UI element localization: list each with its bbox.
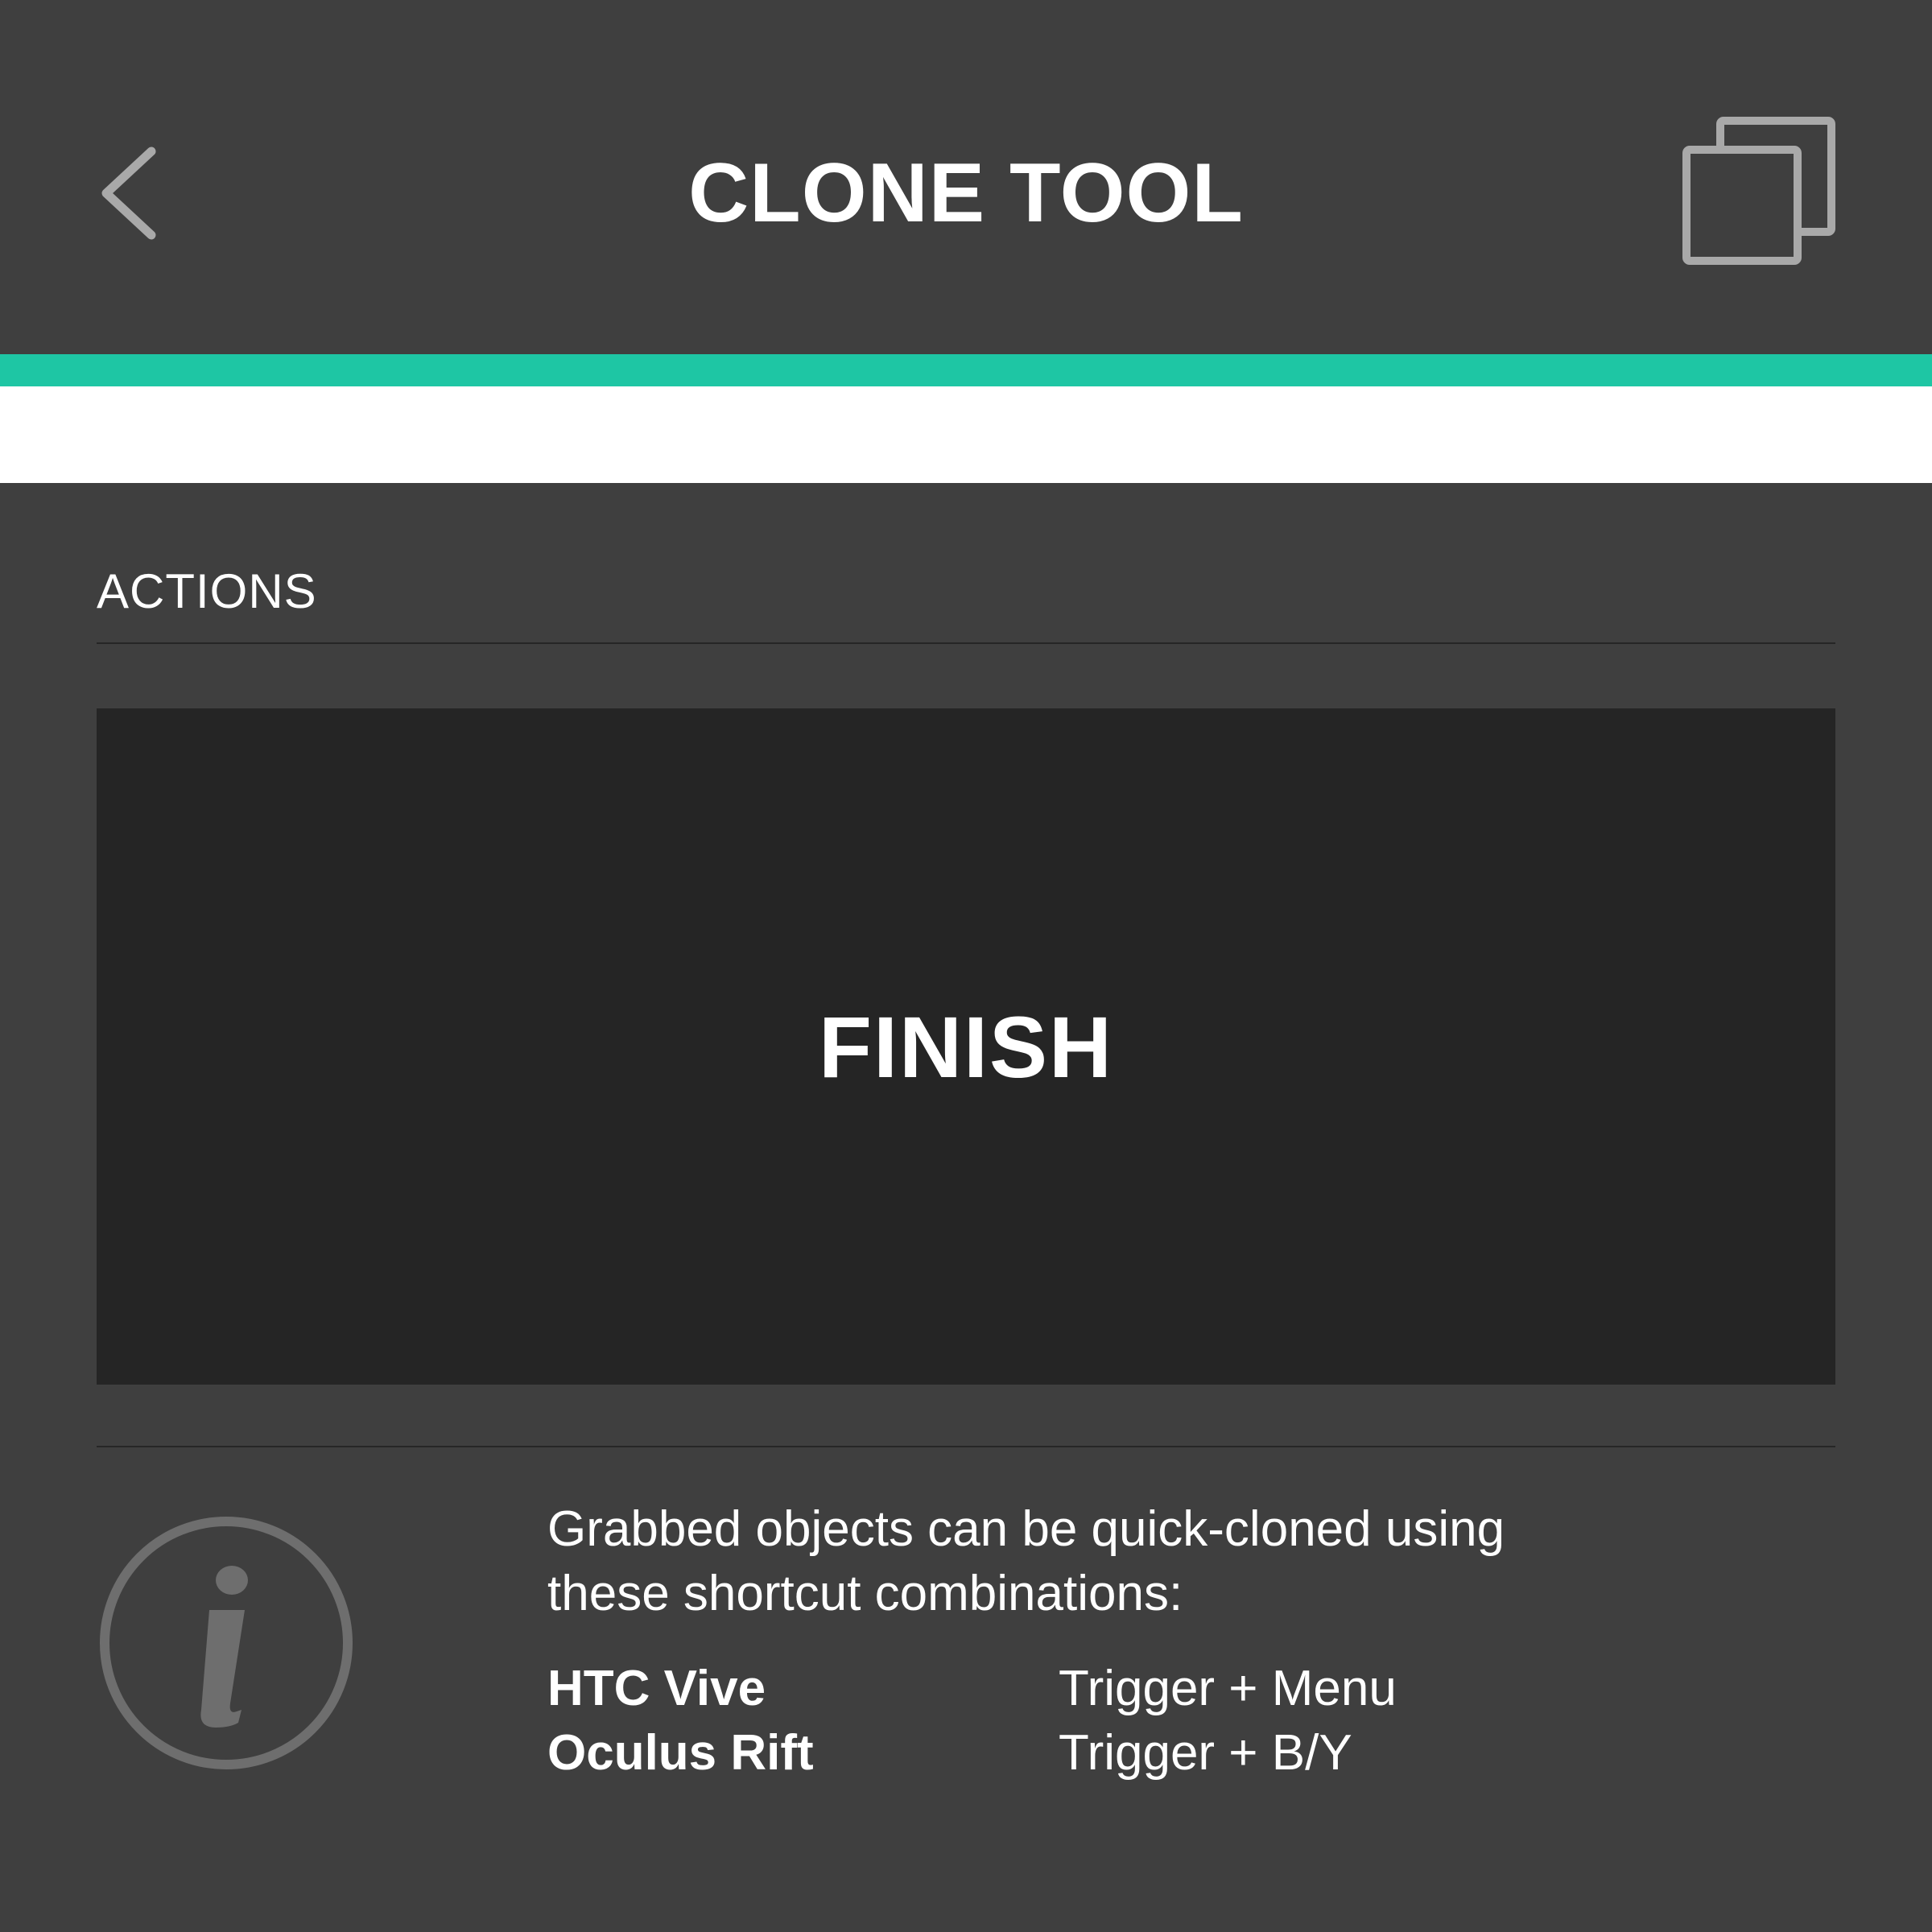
info-description-line-2: these shortcut combinations:	[547, 1566, 1183, 1621]
info-description: Grabbed objects can be quick-cloned usin…	[547, 1497, 1755, 1626]
header-bar: CLONE TOOL	[0, 0, 1932, 354]
shortcut-device: Oculus Rift	[547, 1725, 814, 1781]
info-icon	[100, 1517, 353, 1769]
finish-button[interactable]: FINISH	[97, 708, 1835, 1385]
shortcut-device: HTC Vive	[547, 1661, 766, 1716]
section-divider	[97, 642, 1835, 644]
clone-icon	[1682, 117, 1835, 265]
shortcut-combo: Trigger + Menu	[1059, 1661, 1397, 1716]
page-title: CLONE TOOL	[688, 147, 1244, 240]
info-divider	[97, 1446, 1835, 1447]
shortcut-combo: Trigger + B/Y	[1059, 1725, 1352, 1781]
info-description-line-1: Grabbed objects can be quick-cloned usin…	[547, 1501, 1505, 1557]
accent-bar	[0, 354, 1932, 386]
section-label-actions: ACTIONS	[97, 564, 317, 618]
